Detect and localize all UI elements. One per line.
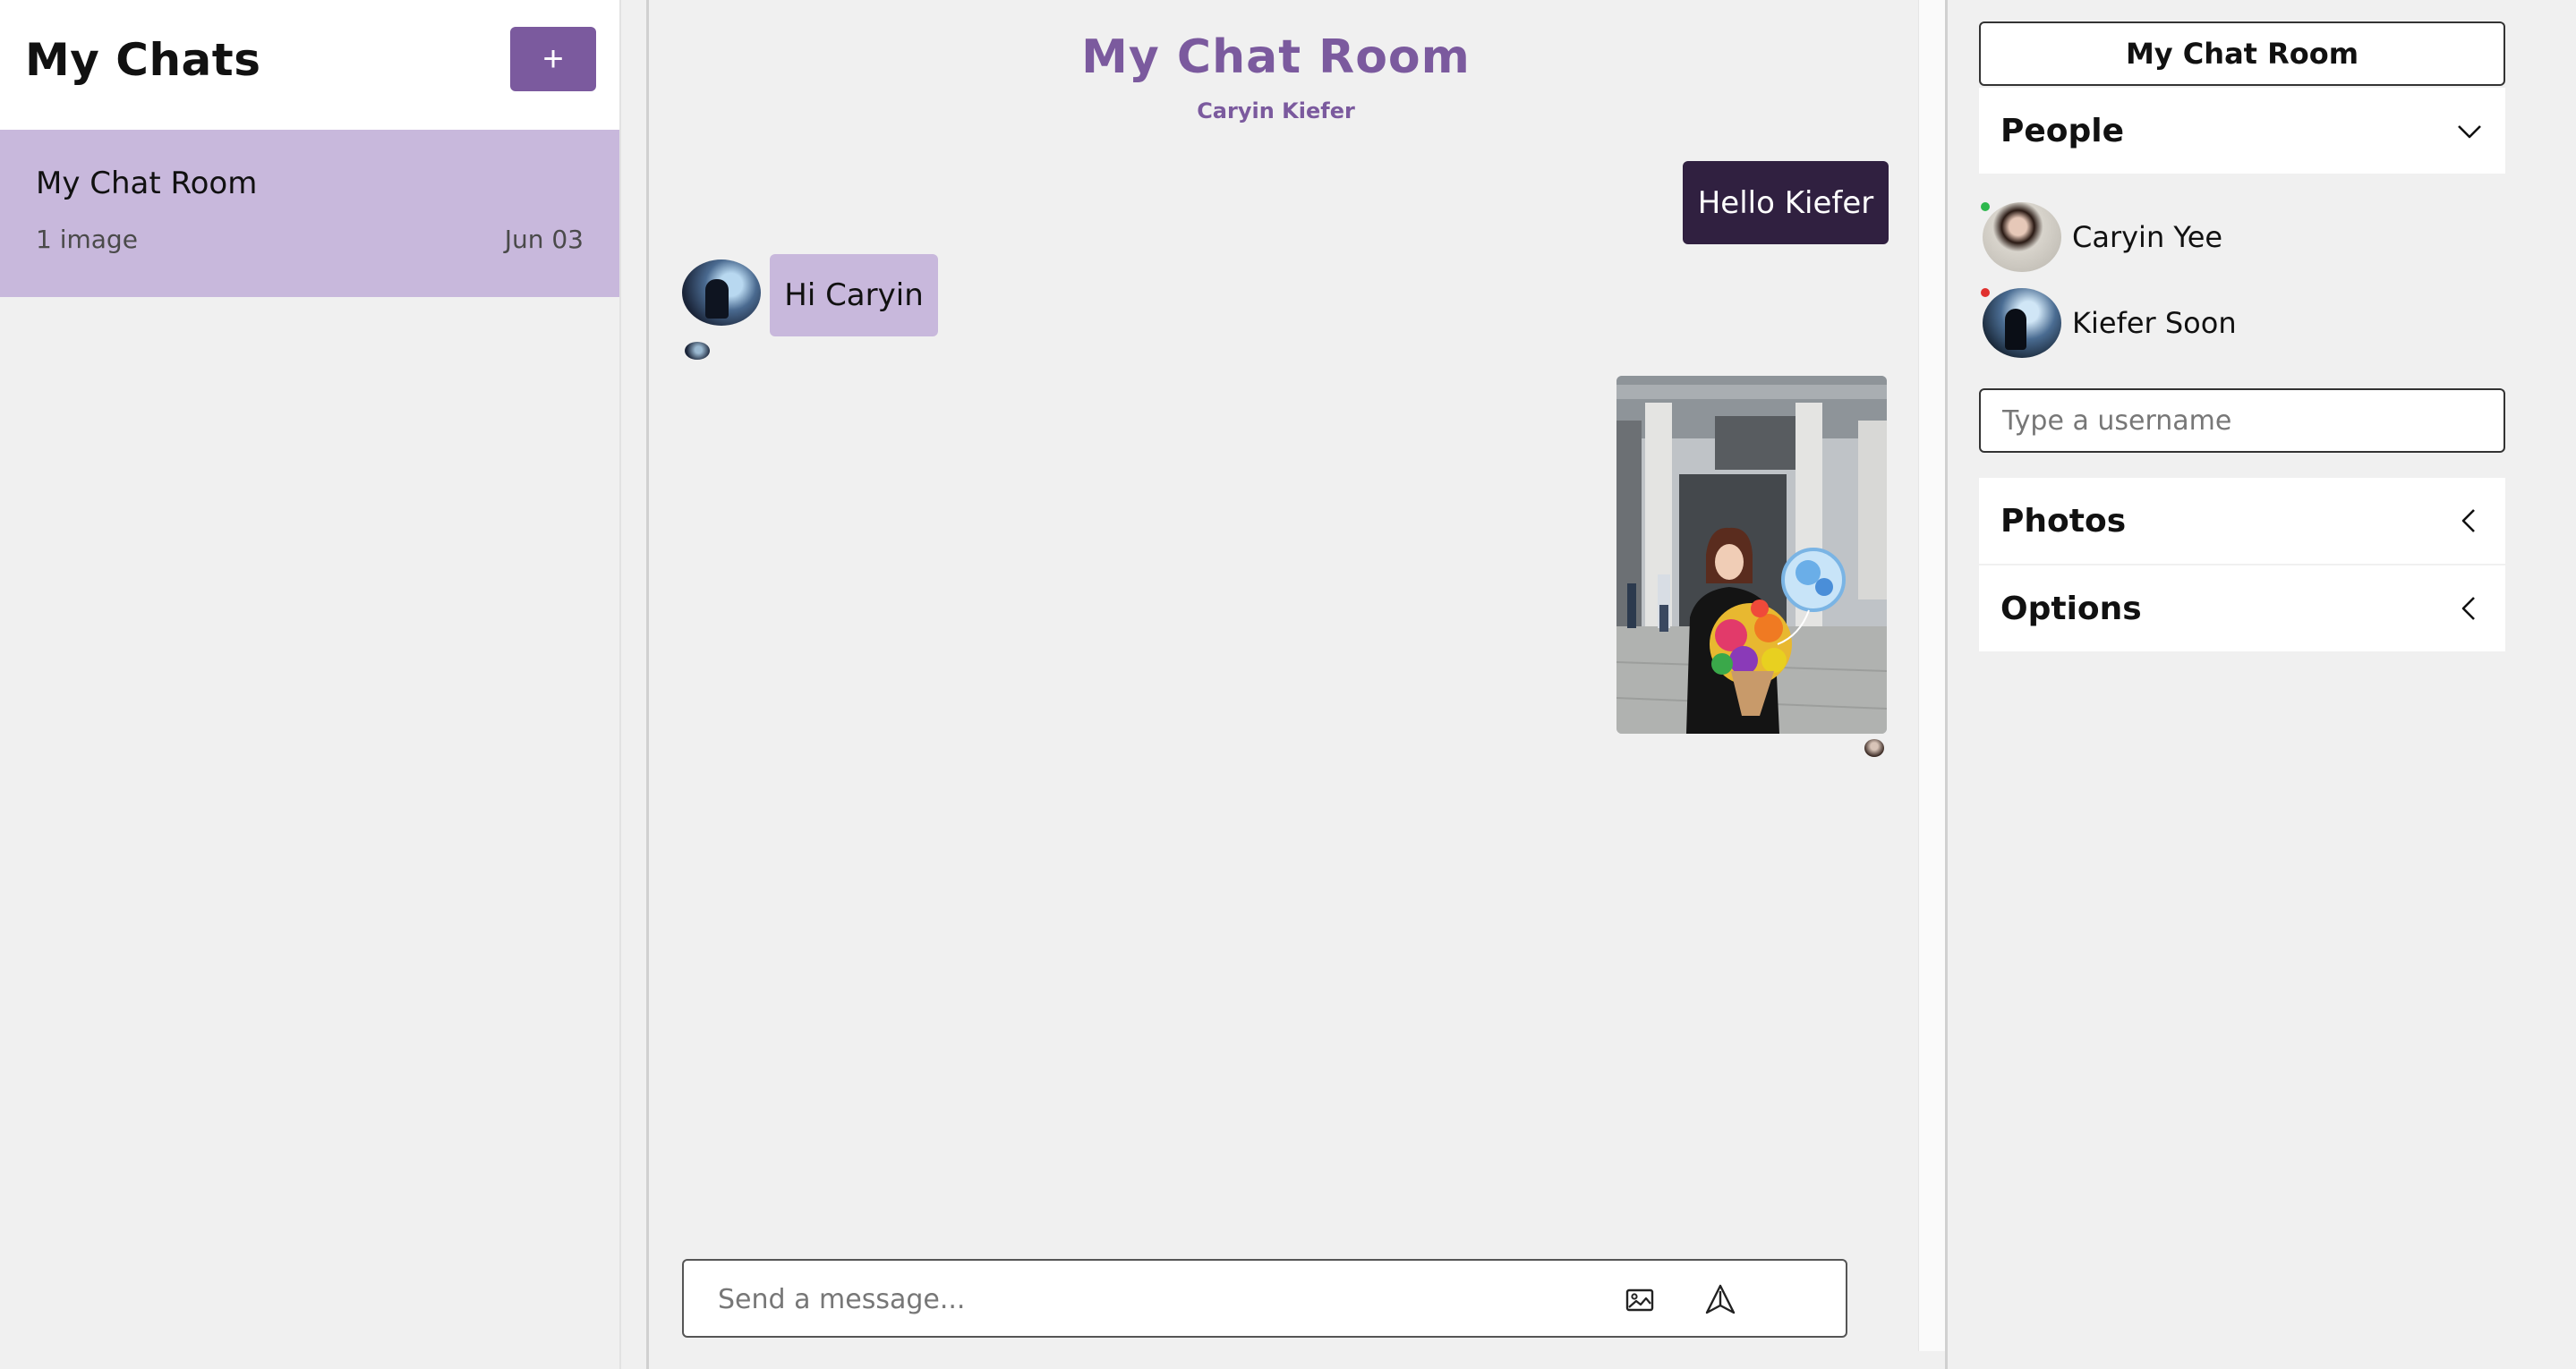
offline-status-dot	[1981, 288, 1990, 297]
add-username-input[interactable]	[1979, 388, 2505, 453]
photos-section-label: Photos	[2000, 502, 2127, 540]
chat-card-my-chat-room[interactable]: My Chat Room 1 image Jun 03	[0, 130, 619, 297]
chevron-left-icon	[2461, 509, 2475, 532]
person-name: Caryin Yee	[2072, 220, 2223, 254]
options-section-toggle[interactable]: Options	[1979, 565, 2505, 651]
chat-room-members: Caryin Kiefer	[1197, 98, 1355, 123]
chat-card-last-message: 1 image	[36, 225, 138, 254]
chevron-down-icon	[2458, 125, 2481, 139]
people-section-toggle[interactable]: People	[1979, 88, 2505, 174]
read-receipt-avatar	[1864, 739, 1884, 757]
chat-card-date: Jun 03	[504, 225, 584, 254]
online-status-dot	[1981, 202, 1990, 211]
message-bubble-outgoing: Hello Kiefer	[1683, 161, 1889, 244]
chat-list-panel: My Chats + My Chat Room 1 image Jun 03	[0, 0, 621, 1369]
room-name-field[interactable]: My Chat Room	[1979, 21, 2505, 86]
photos-section-toggle[interactable]: Photos	[1979, 478, 2505, 564]
chat-feed-scrollbar[interactable]	[1918, 0, 1945, 1351]
person-row[interactable]: Kiefer Soon	[1979, 285, 2505, 361]
chevron-left-icon	[2461, 597, 2475, 620]
chat-list-title: My Chats	[25, 34, 261, 86]
message-input[interactable]	[718, 1279, 1595, 1320]
chat-list-header: My Chats +	[0, 0, 619, 130]
people-section-label: People	[2000, 112, 2125, 149]
message-bubble-incoming: Hi Caryin	[770, 254, 938, 336]
new-chat-button[interactable]: +	[510, 27, 596, 91]
image-icon[interactable]	[1624, 1284, 1656, 1316]
avatar	[1983, 288, 2061, 358]
message-composer	[682, 1259, 1847, 1338]
options-section-label: Options	[2000, 590, 2142, 627]
send-icon[interactable]	[1704, 1282, 1736, 1316]
graduation-photo	[1616, 376, 1887, 734]
sender-avatar	[682, 259, 761, 326]
chat-feed: My Chat Room Caryin Kiefer Hello Kiefer …	[646, 0, 1918, 1369]
chat-room-title: My Chat Room	[1081, 30, 1471, 84]
chat-card-title: My Chat Room	[36, 166, 258, 201]
person-row[interactable]: Caryin Yee	[1979, 199, 2505, 276]
avatar	[1983, 202, 2061, 272]
read-receipt-avatar	[685, 342, 710, 360]
person-name: Kiefer Soon	[2072, 306, 2237, 340]
message-image[interactable]	[1616, 376, 1887, 734]
chat-settings-panel: My Chat Room People Caryin Yee Kiefer So…	[1945, 0, 2576, 1369]
